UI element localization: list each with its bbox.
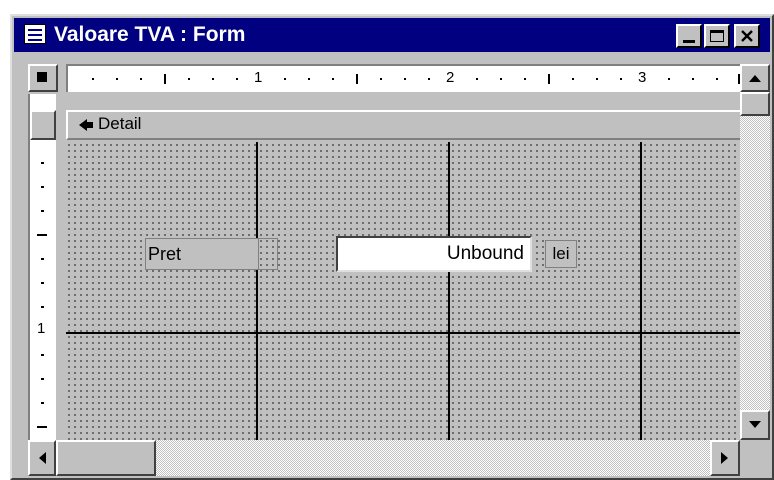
ruler-label-3: 3 (638, 69, 647, 86)
pret-label-handle[interactable] (258, 238, 278, 270)
section-selector[interactable] (30, 110, 56, 140)
scroll-left-button[interactable] (28, 440, 56, 476)
lei-label[interactable]: lei (545, 240, 577, 268)
vertical-ruler-ticks (37, 162, 47, 428)
detail-section-header[interactable]: Detail (66, 110, 740, 140)
scroll-right-button[interactable] (710, 440, 740, 476)
close-icon (741, 30, 753, 42)
detail-design-grid[interactable] (66, 142, 740, 440)
form-selector-square-icon (37, 72, 47, 82)
maximize-icon (710, 30, 724, 42)
left-arrow-icon (39, 452, 46, 464)
pret-label[interactable]: Pret (145, 238, 259, 270)
form-selector[interactable] (28, 64, 58, 92)
vertical-scroll-thumb[interactable] (740, 92, 770, 116)
vertical-ruler-label-1: 1 (37, 320, 46, 337)
vertical-scrollbar[interactable] (740, 64, 770, 440)
down-arrow-icon (749, 421, 761, 428)
grid-line (640, 142, 642, 440)
close-button[interactable] (734, 24, 760, 48)
vertical-ruler[interactable]: 1 (28, 144, 56, 440)
scroll-down-button[interactable] (740, 410, 770, 440)
horizontal-scroll-thumb[interactable] (56, 440, 156, 476)
ruler-label-2: 2 (446, 69, 455, 86)
grid-line (256, 142, 258, 440)
maximize-button[interactable] (704, 24, 730, 48)
form-window-icon[interactable] (24, 24, 46, 44)
unbound-textbox[interactable]: Unbound (336, 236, 532, 272)
section-arrow-icon (79, 119, 93, 131)
right-arrow-icon (721, 452, 728, 464)
minimize-icon (683, 39, 695, 43)
size-grip[interactable] (740, 440, 770, 476)
minimize-button[interactable] (676, 24, 702, 48)
up-arrow-icon (749, 75, 761, 82)
horizontal-ruler[interactable]: 1 2 3 (66, 64, 740, 92)
window-title: Valoare TVA : Form (54, 23, 246, 46)
detail-section-label: Detail (98, 114, 142, 133)
grid-line (448, 142, 450, 440)
scroll-up-button[interactable] (740, 64, 770, 92)
ruler-label-1: 1 (254, 69, 263, 86)
grid-line (66, 332, 740, 334)
